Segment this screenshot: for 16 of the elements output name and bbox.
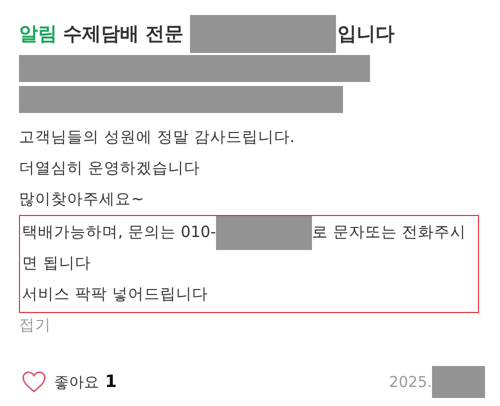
post-text: 고객님들의 성원에 정말 감사드립니다. (19, 127, 295, 148)
redaction-block (432, 366, 485, 398)
collapse-link[interactable]: 접기 (19, 315, 51, 336)
heart-icon[interactable] (22, 371, 46, 393)
post-text: 서비스 팍팍 넣어드립니다 (22, 284, 208, 305)
like-count: 1 (105, 372, 117, 392)
post-text: 많이찾아주세요~ (19, 189, 144, 210)
post-date: 2025. (389, 373, 432, 391)
notice-label: 알림 (19, 22, 57, 47)
post-text: 입니다 (338, 22, 395, 47)
post-text: 택배가능하며, 문의는 010- (22, 222, 216, 243)
post-text: 면 됩니다 (22, 253, 91, 274)
post-text: 수제담배 전문 (63, 22, 184, 47)
post-text: 더열심히 운영하겠습니다 (19, 158, 200, 179)
post-text: 로 문자또는 전화주시 (312, 222, 466, 243)
like-label: 좋아요 (54, 372, 99, 392)
